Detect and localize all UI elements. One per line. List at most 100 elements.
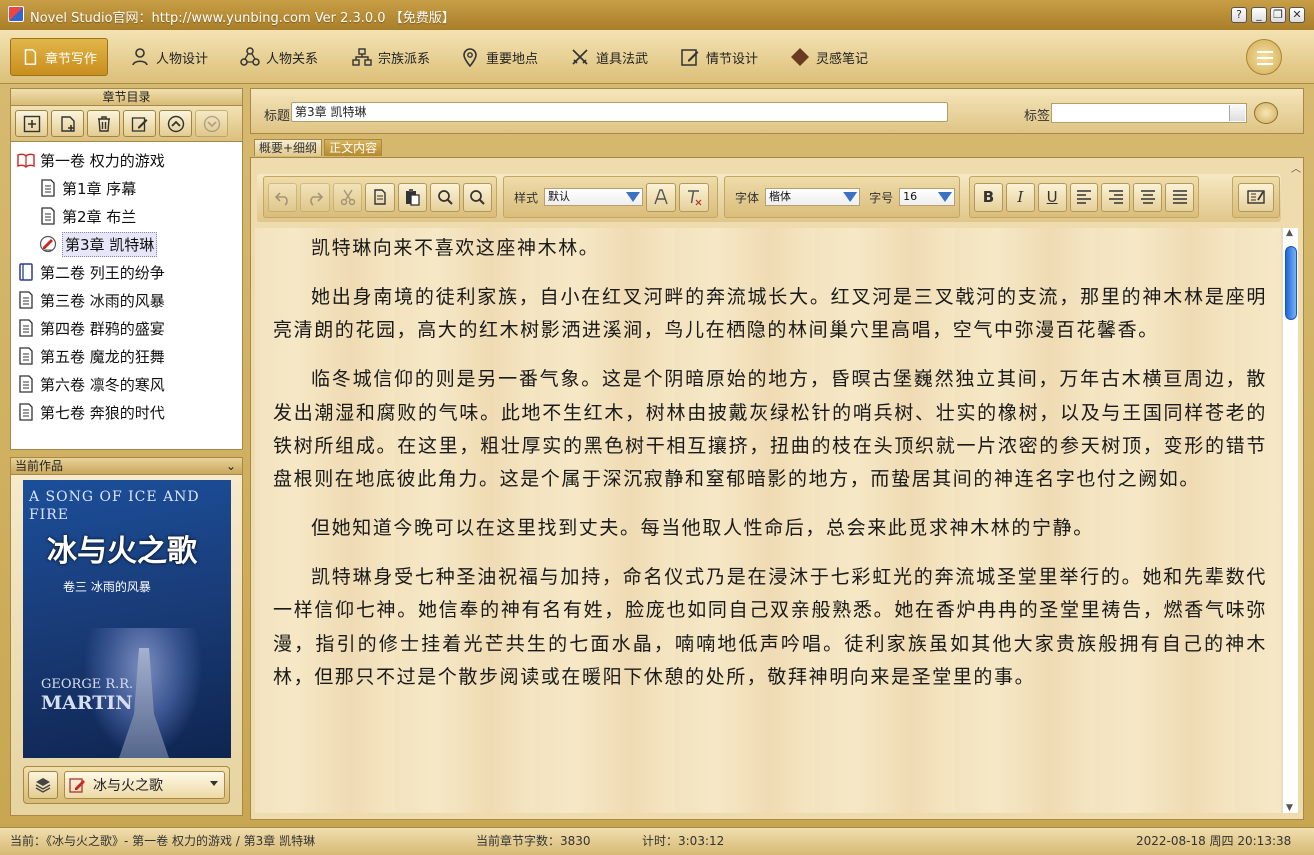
tab-outline[interactable]: 概要+细纲 <box>254 139 323 156</box>
tree-item-volume-6[interactable]: 第六卷 凛冬的寒风 <box>11 370 242 398</box>
replace-button[interactable] <box>462 182 492 212</box>
format-painter-button[interactable] <box>646 182 677 212</box>
style-label: 样式 <box>514 190 539 205</box>
tab-body-content[interactable]: 正文内容 <box>324 139 383 156</box>
toolbar-label: 章节写作 <box>44 51 97 67</box>
page-icon <box>19 347 33 365</box>
undo-icon <box>274 192 288 206</box>
scroll-thumb[interactable] <box>1285 246 1297 320</box>
scroll-down-icon[interactable]: ▼ <box>1286 803 1293 813</box>
layers-button[interactable] <box>28 771 58 799</box>
italic-button[interactable]: I <box>1005 182 1035 212</box>
close-button[interactable]: ✕ <box>1289 7 1305 23</box>
page-icon <box>41 207 55 225</box>
move-up-button[interactable] <box>159 110 192 137</box>
justify-button[interactable] <box>1165 182 1195 212</box>
tree-item-label: 第3章 凯特琳 <box>62 231 158 257</box>
bold-button[interactable]: B <box>974 182 1003 212</box>
tree-item-chapter-1[interactable]: 第1章 序幕 <box>11 174 242 202</box>
tag-select[interactable] <box>1051 103 1247 123</box>
redo-button[interactable] <box>300 182 330 212</box>
tab-inspiration-notes[interactable]: 灵感笔记 <box>780 38 878 76</box>
paste-button[interactable] <box>397 182 428 212</box>
tree-item-label: 第四卷 群鸦的盛宴 <box>40 319 165 338</box>
main-menu-button[interactable] <box>1246 39 1282 75</box>
add-volume-icon <box>23 115 40 132</box>
add-chapter-button[interactable] <box>51 110 84 137</box>
chapter-body-text[interactable]: 凯特琳向来不喜欢这座神木林。 她出身南境的徒利家族，自小在红叉河畔的奔流城长大。… <box>255 228 1281 813</box>
scroll-up-icon[interactable]: ▲ <box>1286 228 1293 238</box>
tree-item-volume-4[interactable]: 第四卷 群鸦的盛宴 <box>11 314 242 342</box>
cover-author: GEORGE R.R. MARTIN <box>41 677 134 714</box>
copy-icon <box>374 189 386 205</box>
redo-icon <box>310 192 324 206</box>
help-button[interactable]: ? <box>1231 7 1247 23</box>
tree-item-volume-1[interactable]: 第一卷 权力的游戏 <box>11 146 242 174</box>
clear-format-button[interactable] <box>679 182 710 212</box>
cover-series-title: A SONG OF ICE AND FIRE <box>29 489 200 523</box>
work-select-dropdown[interactable]: 冰与火之歌 <box>64 771 225 799</box>
copy-button[interactable] <box>365 182 395 212</box>
add-chapter-icon <box>60 115 75 132</box>
tree-item-volume-3[interactable]: 第三卷 冰雨的风暴 <box>11 286 242 314</box>
paste-icon <box>406 189 421 206</box>
current-work-title: 当前作品 <box>15 459 64 473</box>
underline-button[interactable]: U <box>1037 182 1067 212</box>
toolbar-label: 情节设计 <box>706 51 759 67</box>
tab-items-weapons[interactable]: 道具法武 <box>560 38 658 76</box>
collapse-icon[interactable]: ︿ <box>1291 160 1301 175</box>
align-left-button[interactable] <box>1069 182 1099 212</box>
tree-item-chapter-3[interactable]: 第3章 凯特琳 <box>11 230 242 258</box>
vertical-scrollbar[interactable]: ▲ ▼ <box>1282 228 1298 813</box>
add-volume-button[interactable] <box>15 110 48 137</box>
clear-format-icon <box>688 190 702 206</box>
size-label: 字号 <box>869 190 894 205</box>
align-right-button[interactable] <box>1101 182 1131 212</box>
toggle-panel-button[interactable] <box>1238 182 1274 212</box>
minimize-button[interactable]: _ <box>1251 7 1267 23</box>
chapter-meta-row: 标题 第3章 凯特琳 标签 <box>250 88 1304 134</box>
align-center-icon <box>1140 190 1155 204</box>
tab-character-relations[interactable]: 人物关系 <box>230 38 328 76</box>
tab-clan-factions[interactable]: 宗族派系 <box>342 38 440 76</box>
tree-item-volume-7[interactable]: 第七卷 奔狼的时代 <box>11 398 242 426</box>
delete-button[interactable] <box>87 110 120 137</box>
restore-button[interactable]: ❐ <box>1270 7 1286 23</box>
tab-plot-design[interactable]: 情节设计 <box>670 38 768 76</box>
toolbar-label: 灵感笔记 <box>816 51 869 67</box>
page-icon <box>19 403 33 421</box>
move-down-button[interactable] <box>195 110 228 137</box>
hierarchy-icon <box>352 48 372 66</box>
font-size-select[interactable]: 16 <box>899 188 955 206</box>
work-selector-row: 冰与火之歌 <box>23 766 230 804</box>
work-select-value: 冰与火之歌 <box>93 778 163 794</box>
font-group: 字体 楷体 字号 16 <box>724 176 960 218</box>
scissors-icon <box>340 189 355 206</box>
tab-important-places[interactable]: 重要地点 <box>450 38 548 76</box>
current-work-header[interactable]: 当前作品 ⌄ <box>10 457 243 475</box>
tree-item-chapter-2[interactable]: 第2章 布兰 <box>11 202 242 230</box>
paragraph: 凯特琳向来不喜欢这座神木林。 <box>311 237 600 259</box>
document-icon <box>24 49 37 65</box>
tab-chapter-writing[interactable]: 章节写作 <box>10 38 108 76</box>
tab-character-design[interactable]: 人物设计 <box>120 38 218 76</box>
chevron-down-icon: ⌄ <box>225 459 236 473</box>
paragraph: 凯特琳身受七种圣油祝福与加持，命名仪式乃是在浸沐于七彩虹光的奔流城圣堂里举行的。… <box>273 566 1267 689</box>
tree-item-volume-2[interactable]: 第二卷 列王的纷争 <box>11 258 242 286</box>
cut-button[interactable] <box>332 182 363 212</box>
undo-button[interactable] <box>268 182 298 212</box>
find-button[interactable] <box>430 182 460 212</box>
style-select[interactable]: 默认 <box>544 188 644 206</box>
tree-item-volume-5[interactable]: 第五卷 魔龙的狂舞 <box>11 342 242 370</box>
font-select[interactable]: 楷体 <box>765 188 861 206</box>
status-current: 当前：《冰与火之歌》- 第一卷 权力的游戏 / 第3章 凯特琳 <box>10 834 316 848</box>
title-label: 标题 <box>264 109 291 124</box>
tag-menu-button[interactable] <box>1254 102 1278 124</box>
tree-item-label: 第五卷 魔龙的狂舞 <box>40 347 165 366</box>
rename-button[interactable] <box>123 110 156 137</box>
title-input[interactable]: 第3章 凯特琳 <box>291 102 948 122</box>
chevron-down-icon <box>210 781 218 786</box>
status-datetime: 2022-08-18 周四 20:13:38 <box>1136 834 1292 848</box>
align-right-icon <box>1108 190 1123 204</box>
align-center-button[interactable] <box>1133 182 1163 212</box>
